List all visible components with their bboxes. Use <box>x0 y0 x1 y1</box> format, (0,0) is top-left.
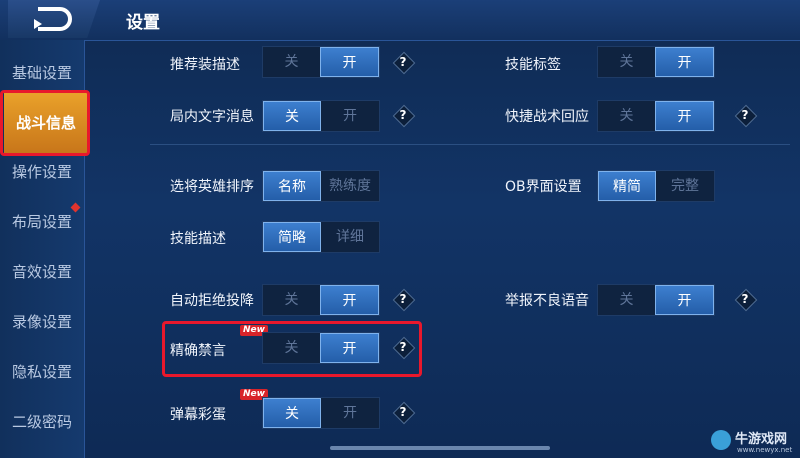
hero-sort-toggle: 名称 熟练度 <box>262 170 380 202</box>
top-bar: 设置 <box>0 0 800 41</box>
help-icon[interactable]: ? <box>392 104 416 128</box>
skill-tag-toggle: 关 开 <box>597 46 715 78</box>
watermark-logo: 牛游戏网 www.newyx.net <box>705 426 800 458</box>
on-option[interactable]: 开 <box>320 285 379 315</box>
name-option[interactable]: 名称 <box>263 171 321 201</box>
off-option[interactable]: 关 <box>263 398 321 428</box>
on-option[interactable]: 开 <box>655 47 714 77</box>
full-option[interactable]: 完整 <box>656 171 714 201</box>
report-voice-toggle: 关 开 <box>597 284 715 316</box>
on-option[interactable]: 开 <box>321 398 379 428</box>
recommend-desc-toggle: 关 开 <box>262 46 380 78</box>
sidebar-item-privacy[interactable]: 隐私设置 <box>0 349 84 395</box>
ob-ui-label: OB界面设置 <box>505 179 582 195</box>
in-game-text-toggle: 关 开 <box>262 100 380 132</box>
section-divider <box>150 144 790 145</box>
skill-tag-label: 技能标签 <box>505 57 561 73</box>
report-voice-label: 举报不良语音 <box>505 293 589 309</box>
on-option[interactable]: 开 <box>655 101 714 131</box>
off-option[interactable]: 关 <box>598 101 655 131</box>
back-button[interactable] <box>8 0 100 38</box>
highlight-box <box>0 90 90 156</box>
detailed-option[interactable]: 详细 <box>321 222 379 252</box>
simple-option[interactable]: 精简 <box>598 171 656 201</box>
recommend-desc-label: 推荐装描述 <box>170 57 240 73</box>
sidebar-item-recording[interactable]: 录像设置 <box>0 299 84 345</box>
help-icon[interactable]: ? <box>734 104 758 128</box>
ob-ui-toggle: 精简 完整 <box>597 170 715 202</box>
help-icon[interactable]: ? <box>392 51 416 75</box>
in-game-text-label: 局内文字消息 <box>170 109 254 125</box>
brief-option[interactable]: 简略 <box>263 222 321 252</box>
sidebar-item-controls[interactable]: 操作设置 <box>0 149 84 195</box>
off-option[interactable]: 关 <box>263 47 320 77</box>
off-option[interactable]: 关 <box>263 285 320 315</box>
off-option[interactable]: 关 <box>263 101 321 131</box>
quick-tactics-toggle: 关 开 <box>597 100 715 132</box>
precise-mute-toggle: 关 开 <box>262 332 380 364</box>
watermark-text: 牛游戏网 <box>735 432 788 447</box>
sidebar-item-sound[interactable]: 音效设置 <box>0 249 84 295</box>
danmaku-egg-label: 弹幕彩蛋 <box>170 407 226 423</box>
on-option[interactable]: 开 <box>655 285 714 315</box>
auto-reject-surrender-toggle: 关 开 <box>262 284 380 316</box>
on-option[interactable]: 开 <box>320 47 379 77</box>
quick-tactics-label: 快捷战术回应 <box>505 109 589 125</box>
skill-desc-label: 技能描述 <box>170 231 226 247</box>
help-icon[interactable]: ? <box>734 288 758 312</box>
page-title: 设置 <box>126 13 160 33</box>
off-option[interactable]: 关 <box>598 285 655 315</box>
sidebar-item-password[interactable]: 二级密码 <box>0 399 84 445</box>
watermark-url: www.newyx.net <box>737 446 793 454</box>
off-option[interactable]: 关 <box>263 333 320 363</box>
proficiency-option[interactable]: 熟练度 <box>321 171 379 201</box>
scrollbar[interactable] <box>330 446 550 450</box>
hero-sort-label: 选将英雄排序 <box>170 179 254 195</box>
help-icon[interactable]: ? <box>392 401 416 425</box>
fish-icon <box>711 430 731 450</box>
help-icon[interactable]: ? <box>392 336 416 360</box>
on-option[interactable]: 开 <box>321 101 379 131</box>
auto-reject-surrender-label: 自动拒绝投降 <box>170 293 254 309</box>
skill-desc-toggle: 简略 详细 <box>262 221 380 253</box>
back-arrow-icon <box>34 7 72 31</box>
precise-mute-label: 精确禁言 <box>170 343 226 359</box>
on-option[interactable]: 开 <box>320 333 379 363</box>
help-icon[interactable]: ? <box>392 288 416 312</box>
off-option[interactable]: 关 <box>598 47 655 77</box>
danmaku-egg-toggle: 关 开 <box>262 397 380 429</box>
